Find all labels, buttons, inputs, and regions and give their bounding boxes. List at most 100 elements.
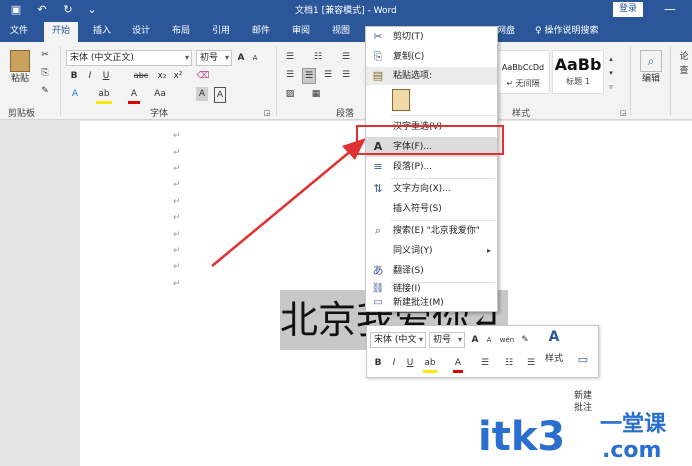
mini-font-color-button[interactable]: A: [453, 356, 463, 373]
mini-list-icon[interactable]: ☰: [525, 356, 537, 370]
shading-icon[interactable]: ▨: [284, 87, 296, 101]
tab-netdisk[interactable]: 网盘: [497, 24, 515, 42]
editing-button[interactable]: ⌕ 编辑: [636, 50, 666, 94]
font-color-button[interactable]: A: [128, 87, 140, 104]
align-center-icon[interactable]: ☰: [302, 68, 316, 84]
mini-font-combo[interactable]: 宋体 (中文 ▾: [370, 332, 426, 348]
paragraph-mark: ↵: [173, 197, 181, 207]
menu-item-text-direction[interactable]: ⇅ 文字方向(X)...: [366, 179, 497, 199]
change-case-button[interactable]: Aa: [152, 87, 168, 101]
menu-item-new-comment[interactable]: ▭ 新建批注(M): [366, 295, 497, 311]
char-border-button[interactable]: A: [214, 87, 226, 103]
font-name-combo[interactable]: 宋体 (中文正文) ▾: [66, 50, 192, 66]
highlight-button[interactable]: ab: [96, 87, 112, 104]
minimize-button[interactable]: —: [660, 0, 680, 20]
redo-icon[interactable]: ↻: [60, 2, 76, 18]
font-size-combo[interactable]: 初号 ▾: [196, 50, 232, 66]
menu-item-insert-symbol[interactable]: 插入符号(S): [366, 199, 497, 219]
extra-group-button[interactable]: 论 查: [676, 50, 692, 94]
mini-styles-button[interactable]: A 样式: [543, 330, 565, 374]
style-sample: AaBbCcDd: [501, 63, 545, 72]
watermark-domain: .com: [602, 438, 662, 463]
document-title: 文档1 [兼容模式] - Word: [295, 6, 397, 16]
italic-button[interactable]: I: [84, 69, 96, 83]
customize-qat-icon[interactable]: ⌄: [84, 2, 100, 18]
undo-icon[interactable]: ↶: [34, 2, 50, 18]
bullets-icon[interactable]: ☰: [284, 50, 296, 64]
menu-item-translate[interactable]: あ 翻译(S): [366, 261, 497, 281]
mini-bullets-icon[interactable]: ☰: [479, 356, 491, 370]
borders-icon[interactable]: ▦: [310, 87, 322, 101]
login-button[interactable]: 登录: [613, 2, 643, 17]
text-effects-icon[interactable]: A: [68, 87, 82, 101]
dialog-launcher-icon[interactable]: ◲: [262, 106, 272, 120]
menu-item-synonyms[interactable]: 同义词(Y) ▸: [366, 241, 497, 261]
justify-icon[interactable]: ☰: [340, 68, 352, 82]
underline-button[interactable]: U: [100, 69, 112, 83]
tab-references[interactable]: 引用: [212, 24, 230, 42]
mini-format-painter-button[interactable]: ✎: [519, 333, 531, 347]
more-styles-icon[interactable]: ▿: [606, 80, 616, 94]
chevron-down-icon: ▾: [418, 335, 423, 344]
paragraph-mark: ↵: [173, 230, 181, 240]
align-left-icon[interactable]: ☰: [284, 68, 296, 82]
mini-italic-button[interactable]: I: [389, 356, 399, 370]
tab-file[interactable]: 文件: [10, 24, 28, 42]
title-bar: ▣ ↶ ↻ ⌄ 文档1 [兼容模式] - Word 登录 —: [0, 0, 692, 20]
menu-item-cut[interactable]: ✂ 剪切(T): [366, 27, 497, 47]
menu-item-paragraph[interactable]: ≡ 段落(P)...: [366, 157, 497, 177]
dialog-launcher-icon[interactable]: ◲: [618, 106, 628, 120]
tab-review[interactable]: 审阅: [292, 24, 310, 42]
copy-icon[interactable]: ⎘: [38, 66, 52, 80]
menu-item-search[interactable]: ⌕ 搜索(E) "北京我爱你": [366, 221, 497, 241]
style-no-spacing[interactable]: AaBbCcDd ↵ 无间隔: [496, 50, 550, 94]
font-name-value: 宋体 (中文正文): [70, 53, 134, 63]
numbering-icon[interactable]: ☷: [312, 50, 324, 64]
char-shading-button[interactable]: A: [196, 87, 208, 101]
paste-label: 粘贴: [10, 74, 29, 84]
menu-item-label: 新建批注(M): [393, 298, 444, 308]
subscript-button[interactable]: x₂: [156, 69, 168, 83]
scroll-up-icon[interactable]: ▴: [606, 52, 616, 66]
tab-view[interactable]: 视图: [332, 24, 350, 42]
cut-icon[interactable]: ✂: [38, 48, 52, 62]
format-painter-icon[interactable]: ✎: [38, 84, 52, 98]
style-heading-1[interactable]: AaBb 标题 1: [552, 50, 604, 94]
mini-new-comment-button[interactable]: ▭ 新建 批注: [571, 330, 595, 414]
align-right-icon[interactable]: ☰: [322, 68, 334, 82]
tab-layout[interactable]: 布局: [172, 24, 190, 42]
paragraph-mark: ↵: [173, 164, 181, 174]
bold-button[interactable]: B: [68, 69, 80, 83]
mini-grow-font-button[interactable]: A: [469, 333, 481, 347]
grow-font-button[interactable]: A: [235, 51, 247, 65]
shrink-font-button[interactable]: A: [249, 51, 261, 65]
tab-home[interactable]: 开始: [44, 22, 79, 42]
scroll-down-icon[interactable]: ▾: [606, 66, 616, 80]
mini-numbering-icon[interactable]: ☷: [503, 356, 515, 370]
paragraph-mark: ↵: [173, 279, 181, 289]
mini-shrink-font-button[interactable]: A: [483, 333, 495, 347]
save-icon[interactable]: ▣: [8, 2, 24, 18]
paste-keep-text-only[interactable]: [366, 87, 497, 113]
mini-bold-button[interactable]: B: [373, 356, 383, 370]
tab-design[interactable]: 设计: [132, 24, 150, 42]
mini-highlight-button[interactable]: ab: [423, 356, 437, 373]
paragraph-mark: ↵: [173, 246, 181, 256]
menu-item-label: 段落(P)...: [393, 162, 433, 172]
paste-options-label: 粘贴选项:: [393, 71, 433, 81]
tell-me-search[interactable]: ♀ 操作说明搜索: [535, 22, 598, 40]
clear-format-icon[interactable]: ⌫: [196, 69, 210, 83]
multilevel-list-icon[interactable]: ☰: [340, 50, 352, 64]
tab-insert[interactable]: 插入: [93, 24, 111, 42]
paste-button[interactable]: 粘贴: [6, 50, 34, 94]
scissors-icon: ✂: [373, 30, 383, 43]
menu-item-copy[interactable]: ⎘ 复制(C): [366, 47, 497, 67]
superscript-button[interactable]: x²: [172, 69, 184, 83]
mini-underline-button[interactable]: U: [405, 356, 415, 370]
mini-size-combo[interactable]: 初号 ▾: [429, 332, 465, 348]
tab-mailings[interactable]: 邮件: [252, 24, 270, 42]
mini-phonetic-button[interactable]: wén: [499, 333, 515, 347]
menu-item-label: 复制(C): [393, 52, 425, 62]
paragraph-mark: ↵: [173, 262, 181, 272]
strikethrough-button[interactable]: abc: [132, 69, 150, 83]
